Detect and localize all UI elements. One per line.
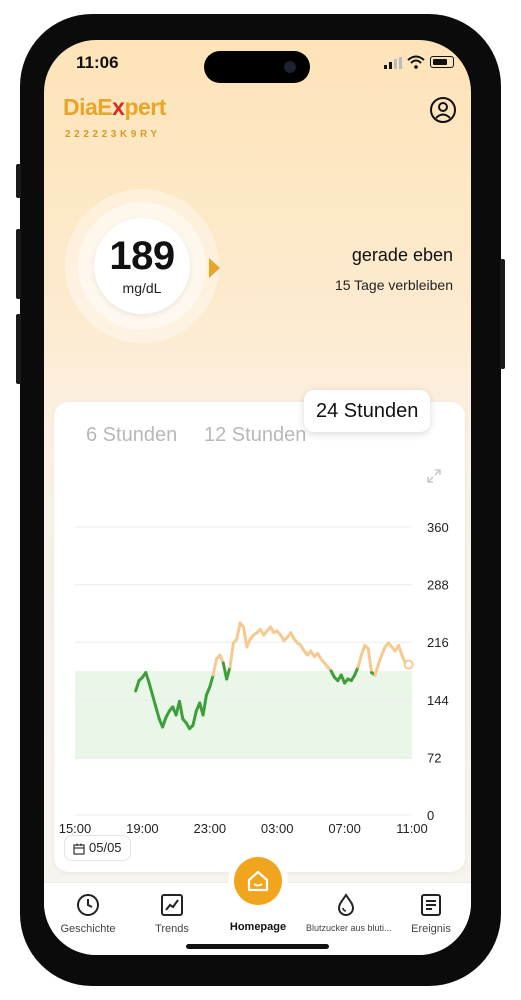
status-time: 11:06 (76, 53, 119, 72)
latest-reading-point (403, 659, 414, 670)
nav-history[interactable]: Geschichte (48, 893, 128, 935)
date-label: 05/05 (89, 840, 122, 855)
glucose-line-segment (376, 653, 384, 667)
sensor-days-remaining: 15 Tage verbleiben (334, 277, 453, 293)
y-tick-label: 0 (427, 808, 434, 823)
glucose-reading-ring: 189 mg/dL (65, 189, 219, 343)
x-tick-label: 11:00 (396, 821, 428, 836)
blood-drop-icon (337, 893, 355, 916)
sensor-serial: 222223K9RY (65, 129, 161, 140)
nav-home-label: Homepage (229, 921, 287, 933)
glucose-line-chart: 360 288 216 144 72 0 15:00 19:00 23:00 03:00 07:00… (59, 520, 449, 836)
home-icon (247, 870, 269, 892)
glucose-line-segment (235, 621, 242, 641)
glucose-value: 189 (109, 234, 175, 278)
history-icon (77, 894, 99, 916)
dynamic-island (204, 51, 310, 83)
battery-icon (430, 56, 454, 68)
glucose-line-segment (366, 647, 374, 675)
x-tick-label: 23:00 (194, 821, 227, 836)
glucose-line-segment (356, 653, 363, 669)
target-range-band (75, 671, 412, 759)
app-logo: DiaExpert (63, 94, 166, 120)
y-tick-label: 144 (427, 693, 449, 708)
x-tick-label: 03:00 (261, 821, 294, 836)
y-tick-label: 216 (427, 635, 449, 650)
glucose-unit: mg/dL (122, 280, 162, 296)
home-indicator (186, 944, 329, 949)
tab-12-hours[interactable]: 12 Stunden (204, 424, 306, 447)
x-tick-label: 07:00 (328, 821, 361, 836)
cellular-signal-icon (384, 57, 402, 69)
date-picker-button[interactable]: 05/05 (64, 835, 131, 861)
glucose-line-segment (397, 643, 404, 657)
y-tick-label: 288 (427, 578, 449, 593)
app-screen: 11:06 DiaExpert 222223K9RY 189 mg/dL ger… (44, 40, 471, 955)
tab-6-hours[interactable]: 6 Stunden (86, 424, 177, 447)
home-button[interactable] (234, 857, 282, 905)
nav-history-label: Geschichte (60, 923, 116, 935)
glucose-chart-card: 6 Stunden 12 Stunden 24 Stunden 360 288 21… (54, 390, 465, 872)
glucose-line-segment (242, 625, 249, 649)
profile-icon[interactable] (429, 96, 457, 124)
nav-fingerstick-label: Blutzucker aus bluti... (306, 923, 392, 933)
nav-events-label: Ereignis (411, 923, 451, 935)
y-tick-label: 72 (427, 750, 441, 765)
y-tick-label: 360 (427, 520, 449, 535)
x-tick-label: 19:00 (126, 821, 159, 836)
x-tick-label: 15:00 (59, 821, 92, 836)
nav-fingerstick[interactable]: Blutzucker aus bluti... (306, 893, 392, 933)
trend-arrow-icon (209, 258, 220, 278)
nav-events[interactable]: Ereignis (391, 893, 471, 935)
wifi-icon (407, 55, 425, 69)
calendar-icon (73, 843, 85, 855)
tab-24-hours[interactable]: 24 Stunden (304, 390, 431, 432)
trends-icon (161, 894, 183, 916)
last-updated: gerade eben (351, 245, 453, 265)
glucose-reading: 189 mg/dL (94, 218, 190, 314)
glucose-line-segment (228, 641, 235, 669)
status-bar: 11:06 (44, 40, 471, 84)
nav-trends-label: Trends (155, 923, 189, 935)
events-icon (421, 894, 441, 916)
nav-trends[interactable]: Trends (132, 893, 212, 935)
